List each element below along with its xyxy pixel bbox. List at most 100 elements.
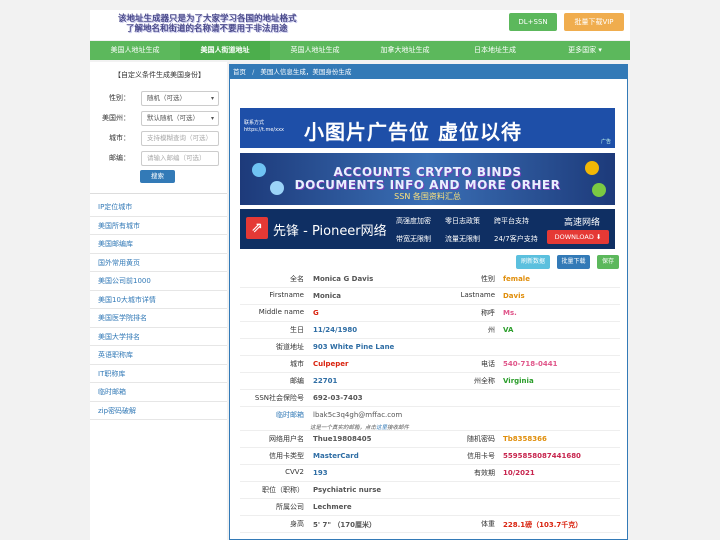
sidebar-links: IP定位城市 美国所有城市 美国邮编库 国外常用黄页 美国公司前1000 美国1… xyxy=(90,198,227,420)
vpn-feature: 零日志政策 xyxy=(445,217,480,225)
job-label: 职位（职称） xyxy=(262,486,304,494)
pioneer-logo-icon: ⇗ xyxy=(246,217,268,239)
banner-contact-label: 联系方式 xyxy=(244,120,265,126)
table-row: 临时邮箱 lbak5c3q4gh@mffac.com 这是一个真实的邮箱，点击这… xyxy=(240,407,620,431)
full-name-value: Monica G Davis xyxy=(313,275,374,283)
street-value: 903 White Pine Lane xyxy=(313,343,395,351)
table-row: 信用卡类型 MasterCard 信用卡号 5595858087441680 xyxy=(240,448,620,465)
full-name-label: 全名 xyxy=(290,275,304,283)
company-value: Lechmere xyxy=(313,503,352,511)
state-full-label: 州全称 xyxy=(474,377,495,385)
zip-value: 22701 xyxy=(313,377,338,385)
chevron-down-icon: ▾ xyxy=(210,95,214,102)
gender-select-value: 随机（可选） xyxy=(147,94,186,102)
expiry-label: 有效期 xyxy=(474,469,495,477)
password-label: 随机密码 xyxy=(467,435,495,443)
sidebar-link-medical-schools[interactable]: 美国医学院排名 xyxy=(90,309,227,328)
banner-contact-url: https://t.me/xxx xyxy=(244,127,284,133)
job-value: Psychiatric nurse xyxy=(313,486,382,494)
save-button[interactable]: 保存 xyxy=(597,255,619,269)
sidebar-link-it-titles[interactable]: IT职称库 xyxy=(90,365,227,383)
expiry-value: 10/2021 xyxy=(503,469,535,477)
table-row: 街道地址 903 White Pine Lane xyxy=(240,339,620,356)
table-row: Firstname Monica Lastname Davis xyxy=(240,288,620,305)
sidebar-link-temp-email[interactable]: 临时邮箱 xyxy=(90,383,227,402)
gender-label: 性别 xyxy=(481,275,495,283)
weight-value: 228.1磅（103.7千克） xyxy=(503,521,583,529)
phone-label: 电话 xyxy=(481,360,495,368)
table-row: 职位（职称） Psychiatric nurse xyxy=(240,482,620,499)
sidebar-link-job-titles[interactable]: 英语职称库 xyxy=(90,346,227,365)
firstname-label: Firstname xyxy=(269,291,304,299)
username-label: 网络用户名 xyxy=(269,435,304,443)
banner-crypto-line-2: DOCUMENTS INFO AND MORE ORHER xyxy=(294,178,561,192)
state-select[interactable]: 默认随机（可选） ▾ xyxy=(141,111,219,126)
search-button[interactable]: 搜索 xyxy=(140,170,175,183)
banner-crypto-line-3: SSN 各国资料汇总 xyxy=(394,192,461,201)
breadcrumb-current: 美国人信息生成，美国身份生成 xyxy=(260,68,352,76)
zip-input[interactable]: 请输入邮编（可选） xyxy=(141,151,219,166)
table-row: 邮编 22701 州全称 Virginia xyxy=(240,373,620,390)
gender-select[interactable]: 随机（可选） ▾ xyxy=(141,91,219,106)
dob-value: 11/24/1980 xyxy=(313,326,358,334)
vpn-feature: 24/7客户支持 xyxy=(494,235,538,243)
vpn-brand: 先锋 - Pioneer网络 xyxy=(273,224,387,239)
vpn-feature: 带宽无限制 xyxy=(396,235,431,243)
city-label: 城市 xyxy=(290,360,304,368)
username-value: Thue19808405 xyxy=(313,435,372,443)
nav-item-us-address[interactable]: 美国人地址生成 xyxy=(90,41,180,60)
ad-banner-small-image[interactable]: 联系方式 https://t.me/xxx 小图片广告位 虚位以待 广告 xyxy=(240,108,615,148)
vpn-download-button[interactable]: DOWNLOAD ⬇ xyxy=(547,230,609,244)
banner-crypto-line-1: ACCOUNTS CRYPTO BINDS xyxy=(333,165,522,179)
batch-download-button[interactable]: 批量下载 xyxy=(557,255,590,269)
banner-headline: 小图片广告位 虚位以待 xyxy=(304,120,522,144)
ad-banner-vpn[interactable]: ⇗ 先锋 - Pioneer网络 高强度加密 零日志政策 跨平台支持 带宽无限制… xyxy=(240,209,615,249)
temp-email-label[interactable]: 临时邮箱 xyxy=(240,410,304,420)
middle-name-label: Middle name xyxy=(258,308,304,316)
header-notice: 该地址生成器只是为了大家学习各国的地址格式 了解地名和街道的名称请不要用于非法用… xyxy=(118,14,297,34)
city-value: Culpeper xyxy=(313,360,349,368)
phone-value: 540-718-0441 xyxy=(503,360,558,368)
table-row: CVV2 193 有效期 10/2021 xyxy=(240,465,620,482)
sidebar-link-yellow-pages[interactable]: 国外常用黄页 xyxy=(90,254,227,272)
city-label: 城市： xyxy=(109,134,130,142)
ad-banner-crypto[interactable]: ACCOUNTS CRYPTO BINDS DOCUMENTS INFO AND… xyxy=(240,153,615,205)
table-row: SSN社会保险号 692-03-7403 xyxy=(240,390,620,407)
nav-item-more-countries[interactable]: 更多国家 ▾ xyxy=(540,41,630,60)
sidebar-link-top-companies[interactable]: 美国公司前1000 xyxy=(90,272,227,291)
sidebar-link-top10-cities[interactable]: 美国10大城市详情 xyxy=(90,291,227,309)
sidebar-link-all-cities[interactable]: 美国所有城市 xyxy=(90,217,227,235)
vpn-feature: 跨平台支持 xyxy=(494,217,529,225)
title-label: 称呼 xyxy=(481,309,495,317)
nav-item-us-street[interactable]: 美国人街道地址 xyxy=(180,41,270,60)
nav-item-ca-address[interactable]: 加拿大地址生成 xyxy=(360,41,450,60)
nav-item-uk-address[interactable]: 英国人地址生成 xyxy=(270,41,360,60)
company-label: 所属公司 xyxy=(276,503,304,511)
sidebar: 【自定义条件生成美国身份】 性别： 随机（可选） ▾ 美国州： 默认随机（可选）… xyxy=(90,62,227,540)
city-input[interactable]: 支持模糊查询（可选） xyxy=(141,131,219,146)
batch-download-vip-button[interactable]: 批量下载VIP xyxy=(564,13,624,31)
sidebar-link-ip-city[interactable]: IP定位城市 xyxy=(90,198,227,217)
zip-label: 邮编 xyxy=(290,377,304,385)
middle-name-value: G xyxy=(313,309,319,317)
ssn-label: SSN社会保险号 xyxy=(254,394,304,402)
card-type-value: MasterCard xyxy=(313,452,359,460)
sidebar-link-zip-db[interactable]: 美国邮编库 xyxy=(90,235,227,254)
table-row: 身高 5' 7" （170厘米） 体重 228.1磅（103.7千克） xyxy=(240,516,620,533)
header-bar: 该地址生成器只是为了大家学习各国的地址格式 了解地名和街道的名称请不要用于非法用… xyxy=(90,10,630,40)
notice-line-2: 了解地名和街道的名称请不要用于非法用途 xyxy=(126,24,288,34)
main-nav: 美国人地址生成 美国人街道地址 英国人地址生成 加拿大地址生成 日本地址生成 更… xyxy=(90,41,630,60)
weight-label: 体重 xyxy=(481,520,495,528)
breadcrumb-separator: / xyxy=(252,68,255,76)
refresh-data-button[interactable]: 刷新数据 xyxy=(516,255,550,269)
card-number-value: 5595858087441680 xyxy=(503,452,581,460)
nav-item-jp-address[interactable]: 日本地址生成 xyxy=(450,41,540,60)
form-title: 【自定义条件生成美国身份】 xyxy=(114,71,205,79)
breadcrumb-home[interactable]: 首页 xyxy=(233,68,246,76)
table-row: 所属公司 Lechmere xyxy=(240,499,620,516)
dl-ssn-button[interactable]: DL+SSN xyxy=(509,13,557,31)
sidebar-link-universities[interactable]: 美国大学排名 xyxy=(90,328,227,346)
sidebar-link-zip-crack[interactable]: zip密码破解 xyxy=(90,402,227,420)
vpn-feature: 流量无限制 xyxy=(445,235,480,243)
height-value: 5' 7" （170厘米） xyxy=(313,521,377,529)
